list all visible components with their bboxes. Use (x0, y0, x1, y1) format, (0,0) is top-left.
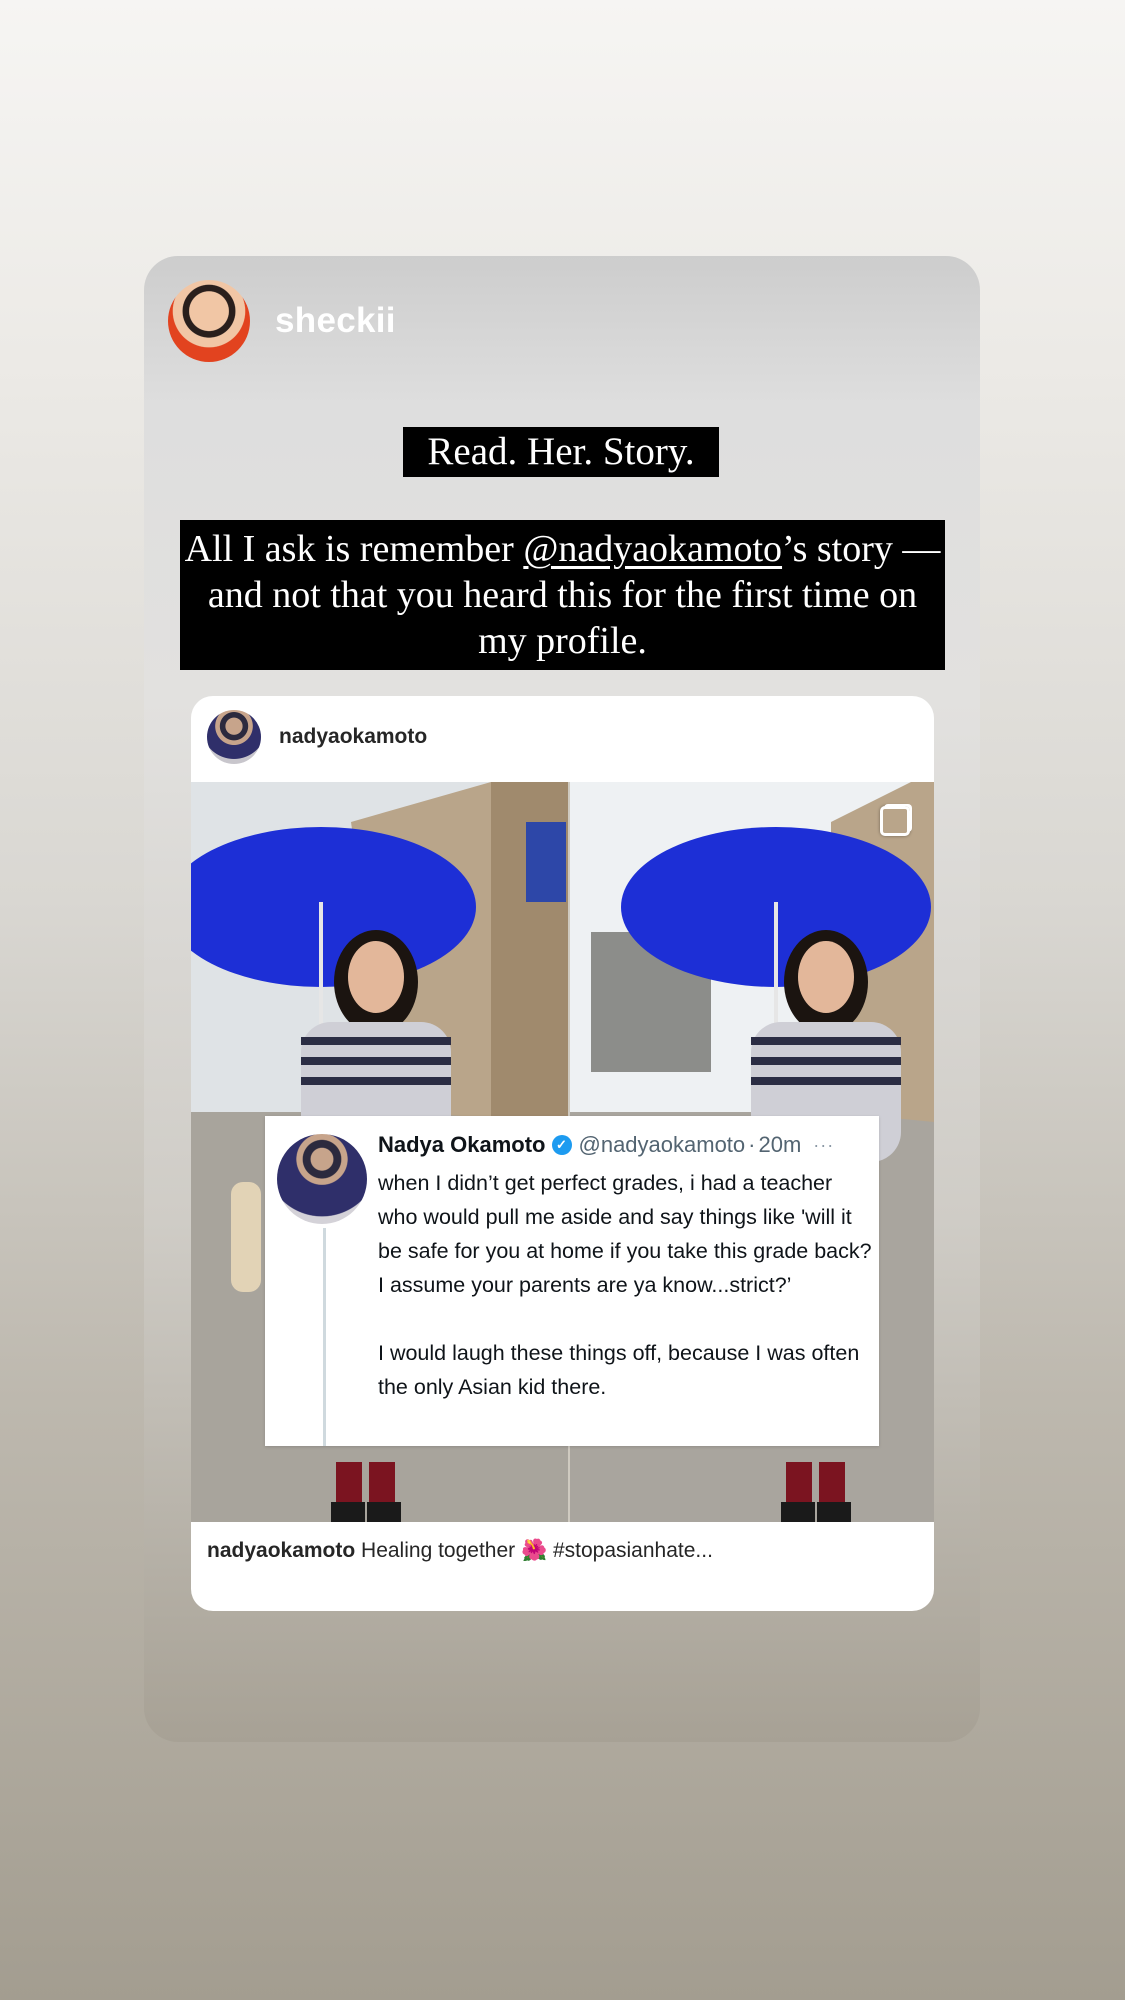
tweet-header: Nadya Okamoto ✓ @nadyaokamoto · 20m ··· (378, 1132, 834, 1158)
story-author[interactable]: sheckii (168, 280, 396, 362)
tweet-separator: · (748, 1132, 756, 1157)
tweet-avatar (277, 1134, 367, 1224)
caption-username[interactable]: nadyaokamoto (207, 1539, 355, 1562)
tweet-text: when I didn’t get perfect grades, i had … (378, 1171, 872, 1399)
post-avatar[interactable] (207, 710, 261, 764)
post-caption: nadyaokamoto Healing together 🌺 #stopasi… (207, 1539, 713, 1563)
story-card: sheckii Read. Her. Story. All I ask is r… (144, 256, 980, 1742)
author-avatar[interactable] (168, 280, 250, 362)
author-username[interactable]: sheckii (275, 301, 396, 341)
tweet-screenshot: Nadya Okamoto ✓ @nadyaokamoto · 20m ··· … (265, 1116, 879, 1446)
caption-text: Healing together 🌺 #stopasianhate... (355, 1539, 713, 1562)
mention-link[interactable]: @nadyaokamoto (523, 528, 782, 570)
post-username[interactable]: nadyaokamoto (279, 725, 427, 749)
tweet-author-name: Nadya Okamoto (378, 1132, 546, 1157)
story-quote-text: All I ask is remember @nadyaokamoto’s st… (180, 520, 945, 670)
tweet-handle: @nadyaokamoto (578, 1132, 746, 1157)
story-headline: Read. Her. Story. (403, 427, 719, 477)
shared-post-card[interactable]: nadyaokamoto Nadya Okamoto ✓ @nadyaokamo… (191, 696, 934, 1611)
quote-text-before: All I ask is remember (184, 528, 524, 570)
post-photo: Nadya Okamoto ✓ @nadyaokamoto · 20m ··· … (191, 782, 934, 1522)
multiple-photos-icon (880, 806, 910, 836)
tweet-timestamp: 20m (758, 1132, 802, 1157)
thread-line (323, 1228, 326, 1446)
more-options-icon: ··· (813, 1134, 835, 1155)
post-header[interactable]: nadyaokamoto (207, 710, 427, 764)
verified-badge-icon: ✓ (551, 1135, 572, 1155)
